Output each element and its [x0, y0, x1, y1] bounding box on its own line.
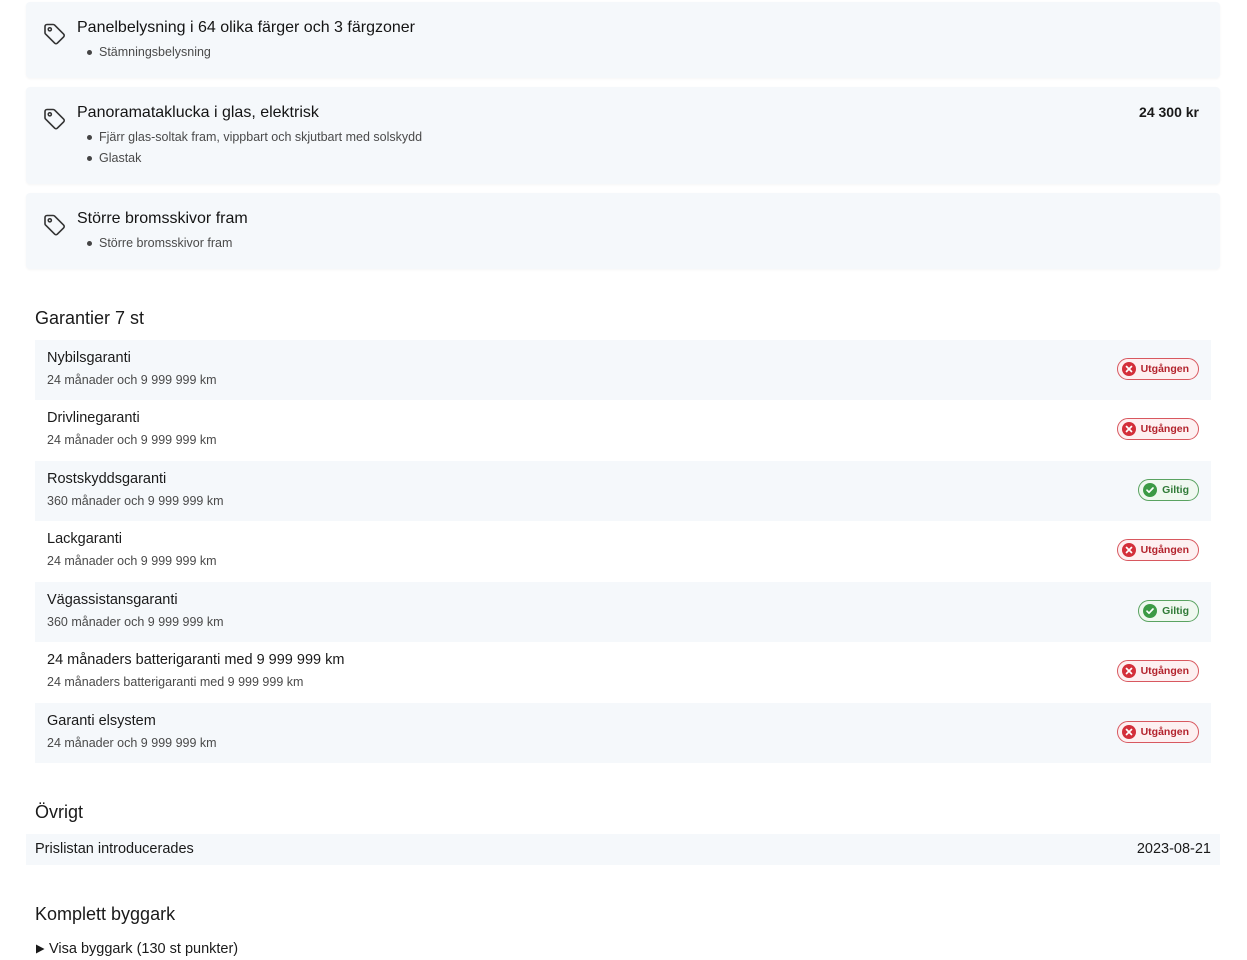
warranty-name: Lackgaranti [47, 531, 122, 547]
status-badge-label: Utgången [1140, 423, 1189, 435]
warranty-row-nybilsgaranti: Nybilsgaranti 24 månader och 9 999 999 k… [35, 340, 1211, 400]
warranty-name: Vägassistansgaranti [47, 592, 178, 608]
status-badge-expired: Utgången [1116, 721, 1199, 743]
x-circle-icon [1121, 422, 1136, 436]
option-feature: Fjärr glas-soltak fram, vippbart och skj… [86, 129, 422, 150]
option-feature: Större bromsskivor fram [86, 235, 232, 256]
price-tag-icon [44, 23, 65, 45]
warranty-detail: 360 månader och 9 999 999 km [47, 494, 224, 508]
option-feature: Glastak [86, 150, 422, 171]
disclosure-triangle-icon [36, 944, 45, 954]
option-title: Panelbelysning i 64 olika färger och 3 f… [77, 19, 415, 36]
status-badge-valid: Giltig [1138, 600, 1199, 622]
misc-heading: Övrigt [35, 802, 84, 822]
option-card-bromsskivor: Större bromsskivor fram Större bromsskiv… [26, 193, 1220, 269]
price-tag-icon [44, 214, 65, 236]
warranties-heading: Garantier 7 st [35, 308, 145, 328]
build-sheet-heading: Komplett byggark [35, 904, 176, 924]
x-circle-icon [1121, 725, 1136, 739]
status-badge-label: Utgången [1140, 544, 1189, 556]
status-badge-expired: Utgången [1116, 660, 1199, 682]
misc-row-pricelist: Prislistan introducerades 2023-08-21 [26, 834, 1220, 865]
warranty-row-vagassistansgaranti: Vägassistansgaranti 360 månader och 9 99… [35, 582, 1211, 642]
warranty-name: Drivlinegaranti [47, 410, 140, 426]
option-card-panelbelysning: Panelbelysning i 64 olika färger och 3 f… [26, 2, 1220, 78]
option-title: Panoramataklucka i glas, elektrisk [77, 104, 319, 121]
warranty-detail: 360 månader och 9 999 999 km [47, 615, 224, 629]
warranty-detail: 24 månaders batterigaranti med 9 999 999… [47, 675, 304, 689]
warranty-row-batterigaranti: 24 månaders batterigaranti med 9 999 999… [35, 642, 1211, 702]
status-badge-expired: Utgången [1116, 418, 1199, 440]
warranty-detail: 24 månader och 9 999 999 km [47, 554, 217, 568]
option-price: 24 300 kr [1139, 104, 1199, 120]
status-badge-label: Giltig [1162, 605, 1189, 617]
status-badge-expired: Utgången [1116, 539, 1199, 561]
warranty-detail: 24 månader och 9 999 999 km [47, 373, 217, 387]
warranty-detail: 24 månader och 9 999 999 km [47, 433, 217, 447]
x-circle-icon [1121, 543, 1136, 557]
warranty-detail: 24 månader och 9 999 999 km [47, 736, 217, 750]
warranty-name: Nybilsgaranti [47, 350, 131, 366]
build-sheet-toggle-label: Visa byggark (130 st punkter) [49, 941, 239, 957]
build-sheet-toggle[interactable]: Visa byggark (130 st punkter) [35, 941, 238, 957]
x-circle-icon [1121, 664, 1136, 678]
warranty-name: 24 månaders batterigaranti med 9 999 999… [47, 652, 345, 668]
warranty-row-rostskyddsgaranti: Rostskyddsgaranti 360 månader och 9 999 … [35, 461, 1211, 521]
warranty-row-lackgaranti: Lackgaranti 24 månader och 9 999 999 km … [35, 521, 1211, 581]
warranty-row-garanti-elsystem: Garanti elsystem 24 månader och 9 999 99… [35, 703, 1211, 763]
warranty-name: Rostskyddsgaranti [47, 471, 167, 487]
status-badge-label: Giltig [1162, 484, 1189, 496]
option-feature-list: Fjärr glas-soltak fram, vippbart och skj… [86, 129, 422, 171]
warranty-name: Garanti elsystem [47, 713, 156, 729]
x-circle-icon [1121, 362, 1136, 376]
status-badge-valid: Giltig [1138, 479, 1199, 501]
status-badge-label: Utgången [1140, 726, 1189, 738]
option-feature: Stämningsbelysning [87, 44, 211, 65]
status-badge-label: Utgången [1140, 363, 1189, 375]
status-badge-expired: Utgången [1116, 358, 1199, 380]
check-circle-icon [1143, 604, 1158, 618]
check-circle-icon [1143, 483, 1158, 497]
misc-label: Prislistan introducerades [35, 841, 194, 857]
misc-value: 2023-08-21 [1136, 841, 1211, 857]
option-title: Större bromsskivor fram [77, 210, 248, 227]
price-tag-icon [44, 108, 65, 130]
option-feature-list: Större bromsskivor fram [86, 235, 232, 256]
warranty-row-drivlinegaranti: Drivlinegaranti 24 månader och 9 999 999… [35, 400, 1211, 460]
option-card-panoramataklucka: Panoramataklucka i glas, elektrisk Fjärr… [26, 87, 1220, 184]
status-badge-label: Utgången [1140, 665, 1189, 677]
option-feature-list: Stämningsbelysning [87, 44, 211, 65]
